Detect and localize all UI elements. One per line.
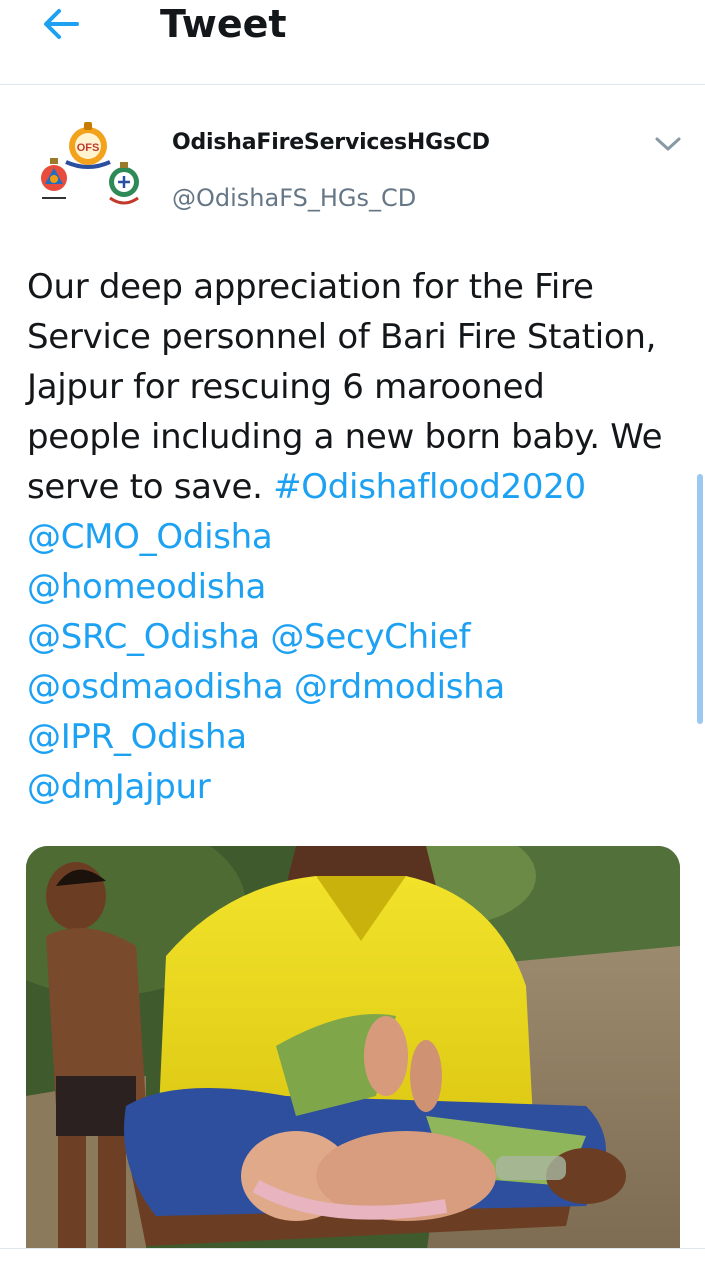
author-handle[interactable]: @OdishaFS_HGs_CD xyxy=(172,184,416,212)
tweet-line: Jajpur for rescuing 6 marooned xyxy=(27,367,545,407)
tweet-options-button[interactable] xyxy=(648,128,688,160)
mention-link[interactable]: @CMO_Odisha xyxy=(27,517,273,557)
page-title: Tweet xyxy=(160,2,287,46)
photo-image xyxy=(26,846,680,1256)
tweet-line: @osdmaodisha @rdmodisha xyxy=(27,662,697,712)
hashtag-link[interactable]: #Odishaflood2020 xyxy=(273,467,586,507)
logo-text: OFS xyxy=(77,142,100,154)
top-app-bar: Tweet xyxy=(0,0,705,85)
tweet-line: Service personnel of Bari Fire Station, xyxy=(27,317,657,357)
tweet-line: serve to save. #Odishaflood2020 xyxy=(27,462,697,512)
mention-link[interactable]: @dmJajpur xyxy=(27,767,211,807)
tweet-line: Our deep appreciation for the Fire xyxy=(27,267,594,307)
tweet-line: @homeodisha xyxy=(27,562,697,612)
mention-link[interactable]: @homeodisha xyxy=(27,567,266,607)
tweet-line: @dmJajpur xyxy=(27,762,697,812)
mention-link[interactable]: @SRC_Odisha xyxy=(27,617,260,657)
tweet-line: @CMO_Odisha xyxy=(27,512,697,562)
mention-link[interactable]: @osdmaodisha xyxy=(27,667,284,707)
tweet-text: Our deep appreciation for the Fire Servi… xyxy=(27,262,697,812)
tweet-text-segment: serve to save. xyxy=(27,467,274,507)
tweet-line: people including a new born baby. We xyxy=(27,417,663,457)
author-name[interactable]: OdishaFireServicesHGsCD xyxy=(172,130,490,155)
mention-link[interactable]: @IPR_Odisha xyxy=(27,717,247,757)
bottom-divider xyxy=(0,1248,705,1281)
chevron-down-icon xyxy=(655,137,681,151)
tweet-line: @IPR_Odisha xyxy=(27,712,697,762)
avatar[interactable]: OFS xyxy=(30,118,150,214)
mention-link[interactable]: @SecyChief xyxy=(270,617,470,657)
ofs-logo-icon: OFS xyxy=(41,122,139,205)
mention-link[interactable]: @rdmodisha xyxy=(294,667,505,707)
arrow-left-icon xyxy=(44,9,79,39)
tweet-media-photo[interactable] xyxy=(26,846,680,1256)
tweet-line: @SRC_Odisha @SecyChief xyxy=(27,612,697,662)
scrollbar[interactable] xyxy=(697,474,703,724)
back-button[interactable] xyxy=(36,4,86,44)
